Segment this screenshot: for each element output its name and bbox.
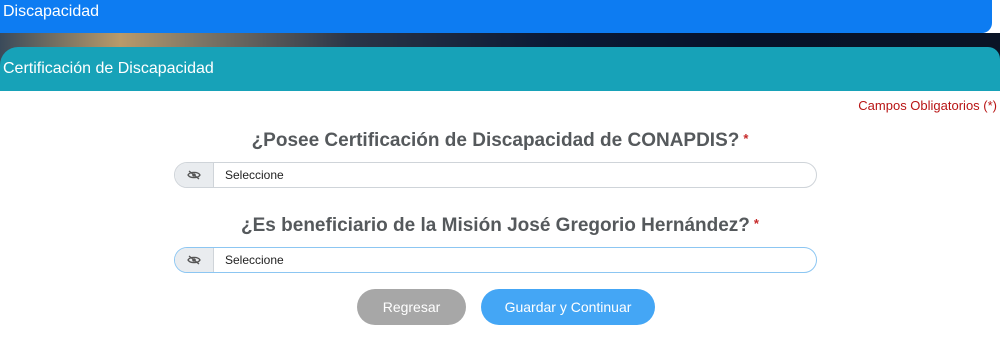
back-button[interactable]: Regresar <box>357 289 466 325</box>
top-title-bar: Discapacidad <box>0 0 992 33</box>
eye-slash-icon <box>175 163 214 187</box>
required-fields-note: Campos Obligatorios (*) <box>858 98 997 113</box>
eye-slash-icon <box>175 248 214 272</box>
conapdis-select-value[interactable]: Seleccione <box>214 163 816 187</box>
question-mision: ¿Es beneficiario de la Misión José Grego… <box>0 215 1000 237</box>
question-conapdis: ¿Posee Certificación de Discapacidad de … <box>0 130 1000 152</box>
page-title: Discapacidad <box>3 3 100 20</box>
required-asterisk: * <box>753 216 759 231</box>
mision-select[interactable]: Seleccione <box>174 247 817 273</box>
mision-select-value[interactable]: Seleccione <box>214 248 816 272</box>
required-asterisk: * <box>743 131 749 146</box>
conapdis-select[interactable]: Seleccione <box>174 162 817 188</box>
question-conapdis-label: ¿Posee Certificación de Discapacidad de … <box>251 130 740 151</box>
question-mision-label: ¿Es beneficiario de la Misión José Grego… <box>241 215 750 236</box>
section-header: Certificación de Discapacidad <box>0 47 1000 91</box>
save-continue-button[interactable]: Guardar y Continuar <box>481 289 655 325</box>
section-title: Certificación de Discapacidad <box>3 60 214 77</box>
